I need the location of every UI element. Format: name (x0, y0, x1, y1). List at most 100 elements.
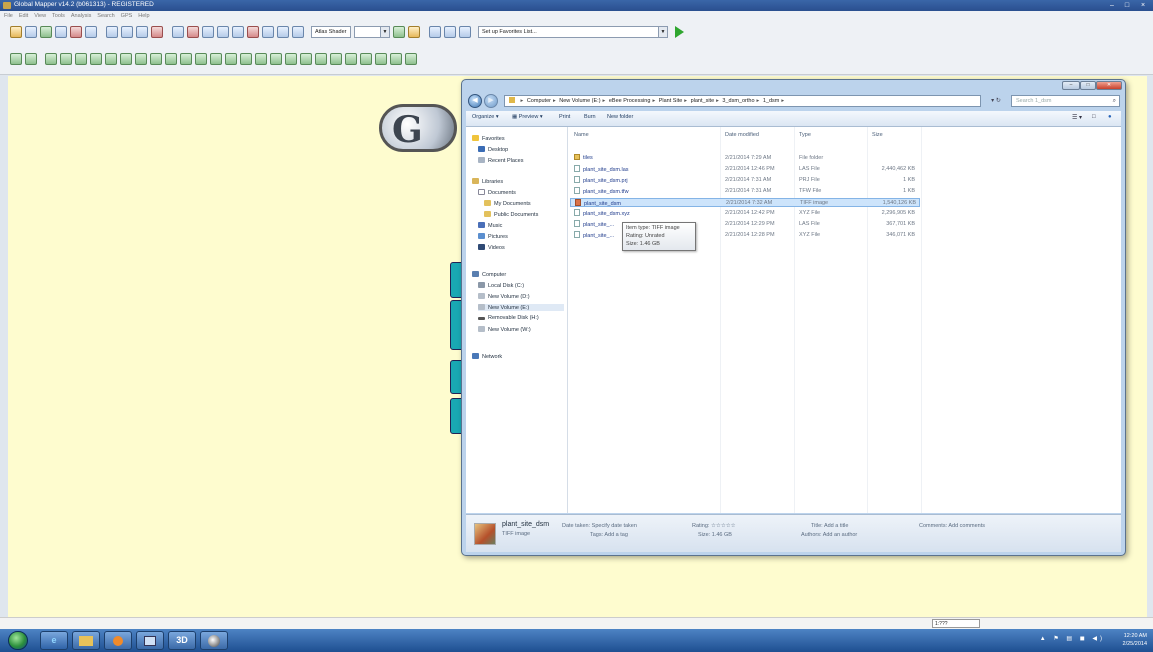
overlay-icon[interactable] (40, 26, 52, 38)
new-folder-button[interactable]: New folder (607, 114, 633, 120)
globe-app-icon[interactable] (200, 631, 228, 650)
explorer-close-button[interactable]: ✕ (1096, 81, 1122, 90)
file-row[interactable]: plant_site_dsm.tfw 2/21/2014 7:31 AM TFW … (570, 187, 920, 196)
nav-volume-e[interactable]: New Volume (E:) (478, 304, 564, 311)
explorer-minimize-button[interactable]: – (1062, 81, 1080, 90)
details-rating[interactable]: Rating: ☆☆☆☆☆ (692, 523, 736, 529)
file-row[interactable]: plant_site_dsm.las 2/21/2014 12:46 PM LAS… (570, 165, 920, 174)
breadcrumb-computer[interactable]: Computer (527, 98, 551, 104)
nav-public-documents[interactable]: Public Documents (484, 211, 538, 218)
digitizer-tool-26-icon[interactable] (390, 53, 402, 65)
digitizer-tool-12-icon[interactable] (180, 53, 192, 65)
column-header-type[interactable]: Type (799, 132, 811, 138)
run-favorite-icon[interactable] (675, 26, 684, 38)
details-comments[interactable]: Comments: Add comments (919, 523, 985, 529)
nav-libraries[interactable]: Libraries (472, 178, 503, 185)
nav-computer[interactable]: Computer (472, 271, 506, 278)
shader-select[interactable]: Atlas Shader (311, 26, 351, 38)
digitizer-tool-11-icon[interactable] (165, 53, 177, 65)
shader-options-select[interactable]: ▼ (354, 26, 390, 38)
file-row[interactable]: plant_site_dsm.prj 2/21/2014 7:31 AM PRJ … (570, 176, 920, 185)
breadcrumb-ebee[interactable]: eBee Processing (609, 98, 651, 104)
digitizer-tool-16-icon[interactable] (240, 53, 252, 65)
nav-desktop[interactable]: Desktop (478, 146, 508, 153)
maximize-button[interactable]: □ (1120, 1, 1134, 10)
file-row-selected[interactable]: plant_site_dsm 2/21/2014 7:32 AM TIFF ima… (570, 198, 920, 207)
menu-tools[interactable]: Tools (52, 11, 65, 21)
file-row[interactable]: plant_site_dsm.xyz 2/21/2014 12:42 PM XYZ… (570, 209, 920, 218)
digitizer-tool-19-icon[interactable] (285, 53, 297, 65)
lighting-icon[interactable] (393, 26, 405, 38)
digitizer-icon[interactable] (187, 26, 199, 38)
menu-gps[interactable]: GPS (121, 11, 133, 21)
menu-help[interactable]: Help (138, 11, 149, 21)
internet-explorer-icon[interactable]: e (40, 631, 68, 650)
app-window-icon[interactable] (136, 631, 164, 650)
digitizer-tool-9-icon[interactable] (135, 53, 147, 65)
search-input[interactable]: Search 1_dsm ⌕ (1011, 95, 1120, 107)
digitizer-tool-21-icon[interactable] (315, 53, 327, 65)
digitizer-tool-25-icon[interactable] (375, 53, 387, 65)
open-data-icon[interactable] (10, 26, 22, 38)
digitizer-tool-7-icon[interactable] (105, 53, 117, 65)
full-view-icon[interactable] (151, 26, 163, 38)
digitizer-tool-8-icon[interactable] (120, 53, 132, 65)
breadcrumb-plant-site[interactable]: Plant Site (659, 98, 683, 104)
contrast-icon[interactable] (459, 26, 471, 38)
clock[interactable]: 12:20 AM 2/25/2014 (1123, 632, 1147, 648)
start-button[interactable] (8, 631, 28, 650)
digitizer-tool-13-icon[interactable] (195, 53, 207, 65)
hand-icon[interactable] (277, 26, 289, 38)
path-profile-icon[interactable] (217, 26, 229, 38)
digitizer-tool-2-icon[interactable] (25, 53, 37, 65)
layer-icon[interactable] (70, 26, 82, 38)
explorer-maximize-button[interactable]: □ (1080, 81, 1096, 90)
zoom-in-icon[interactable] (106, 26, 118, 38)
refresh-icon[interactable]: ▾ ↻ (986, 95, 1006, 107)
preview-button[interactable]: ▦ Preview ▾ (512, 114, 543, 120)
column-header-size[interactable]: Size (872, 132, 883, 138)
menu-file[interactable]: File (4, 11, 13, 21)
zoom-out-icon[interactable] (121, 26, 133, 38)
preview-pane-icon[interactable]: □ (1092, 114, 1096, 120)
digitizer-tool-20-icon[interactable] (300, 53, 312, 65)
breadcrumb-volume-e[interactable]: New Volume (E:) (559, 98, 600, 104)
digitizer-tool-6-icon[interactable] (90, 53, 102, 65)
back-icon[interactable]: ◀ (468, 94, 482, 108)
tool-icon[interactable] (85, 26, 97, 38)
menu-search[interactable]: Search (97, 11, 114, 21)
nav-volume-d[interactable]: New Volume (D:) (478, 293, 530, 300)
nav-network[interactable]: Network (472, 353, 502, 360)
nav-my-documents[interactable]: My Documents (484, 200, 531, 207)
column-header-date[interactable]: Date modified (725, 132, 759, 138)
menu-edit[interactable]: Edit (19, 11, 28, 21)
favorites-select[interactable]: Set up Favorites List... ▼ (478, 26, 668, 38)
breadcrumb-dsm-ortho[interactable]: 3_dsm_ortho (722, 98, 754, 104)
control-center-icon[interactable] (25, 26, 37, 38)
digitizer-tool-23-icon[interactable] (345, 53, 357, 65)
column-header-name[interactable]: Name (574, 132, 589, 138)
sun-icon[interactable] (408, 26, 420, 38)
organize-button[interactable]: Organize ▾ (472, 114, 499, 120)
shader-icon[interactable] (292, 26, 304, 38)
nav-recent-places[interactable]: Recent Places (478, 157, 523, 164)
pan-icon[interactable] (136, 26, 148, 38)
burn-button[interactable]: Burn (584, 114, 596, 120)
file-explorer-icon[interactable] (72, 631, 100, 650)
3d-view-icon[interactable] (247, 26, 259, 38)
menu-view[interactable]: View (34, 11, 46, 21)
breadcrumb-1-dsm[interactable]: 1_dsm (763, 98, 780, 104)
digitizer-tool-4-icon[interactable] (60, 53, 72, 65)
print-button[interactable]: Print (559, 114, 570, 120)
details-authors[interactable]: Authors: Add an author (801, 532, 857, 538)
digitizer-tool-1-icon[interactable] (10, 53, 22, 65)
measure-icon[interactable] (172, 26, 184, 38)
address-bar[interactable]: ▸ Computer ▸ New Volume (E:) ▸ eBee Proces… (504, 95, 981, 107)
system-tray-icons[interactable]: ▲ ⚑ ▤ ◼ ◀) (1040, 635, 1105, 642)
nav-local-disk-c[interactable]: Local Disk (C:) (478, 282, 524, 289)
close-button[interactable]: × (1136, 1, 1150, 10)
config-icon[interactable] (55, 26, 67, 38)
details-date-taken[interactable]: Date taken: Specify date taken (562, 523, 637, 529)
feature-info-icon[interactable] (202, 26, 214, 38)
digitizer-tool-22-icon[interactable] (330, 53, 342, 65)
